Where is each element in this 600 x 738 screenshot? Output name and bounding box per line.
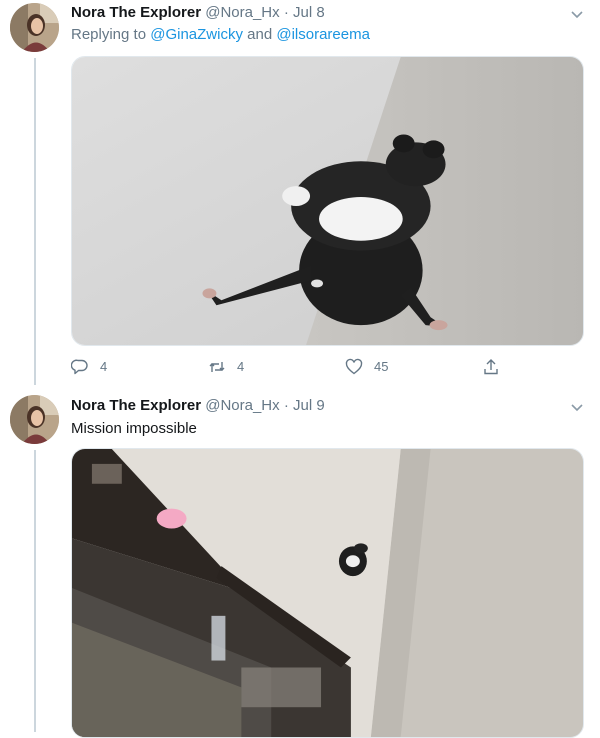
thread-line — [34, 58, 36, 385]
share-button[interactable] — [482, 357, 511, 377]
tweet-1[interactable]: Nora The Explorer @Nora_Hx · Jul 8 Reply… — [0, 0, 600, 385]
mention-link[interactable]: @ilsorareema — [276, 26, 370, 43]
chevron-down-icon[interactable] — [570, 7, 584, 21]
tweet-date[interactable]: Jul 8 — [293, 4, 325, 21]
retweet-icon — [209, 362, 225, 372]
reply-button[interactable]: 4 — [71, 357, 107, 377]
tweet-date[interactable]: Jul 9 — [293, 397, 325, 414]
like-button[interactable]: 45 — [345, 357, 388, 377]
avatar-image — [10, 3, 59, 52]
like-icon — [345, 358, 363, 375]
avatar[interactable] — [10, 395, 59, 444]
mention-link[interactable]: @GinaZwicky — [150, 26, 243, 43]
replying-prefix: Replying to — [71, 26, 147, 43]
separator-dot: · — [283, 397, 289, 414]
tweet-actions: 4 4 45 — [71, 357, 511, 377]
thread-line — [34, 450, 36, 732]
tweet-text: Mission impossible — [71, 420, 197, 437]
hamster-on-wall-photo — [72, 57, 583, 345]
like-count: 45 — [374, 359, 389, 374]
avatar[interactable] — [10, 3, 59, 52]
avatar-image — [10, 395, 59, 444]
user-handle[interactable]: @Nora_Hx — [205, 4, 279, 21]
tweet-header: Nora The Explorer @Nora_Hx · Jul 9 — [71, 396, 325, 416]
tweet-photo[interactable] — [71, 448, 584, 738]
replying-to: Replying to @GinaZwicky and @ilsorareema — [71, 25, 370, 45]
hamster-in-room-photo — [72, 449, 583, 737]
reply-count: 4 — [100, 359, 108, 374]
user-name[interactable]: Nora The Explorer — [71, 4, 201, 21]
reply-icon — [71, 359, 88, 375]
retweet-button[interactable]: 4 — [208, 357, 244, 377]
tweet-header: Nora The Explorer @Nora_Hx · Jul 8 — [71, 3, 325, 23]
share-icon — [484, 359, 498, 375]
separator-dot: · — [283, 4, 289, 21]
retweet-count: 4 — [237, 359, 245, 374]
user-name[interactable]: Nora The Explorer — [71, 397, 201, 414]
tweet-photo[interactable] — [71, 56, 584, 346]
and-text: and — [247, 26, 273, 43]
chevron-down-icon[interactable] — [570, 400, 584, 414]
user-handle[interactable]: @Nora_Hx — [205, 397, 279, 414]
tweet-2[interactable]: Nora The Explorer @Nora_Hx · Jul 9 Missi… — [0, 390, 600, 738]
